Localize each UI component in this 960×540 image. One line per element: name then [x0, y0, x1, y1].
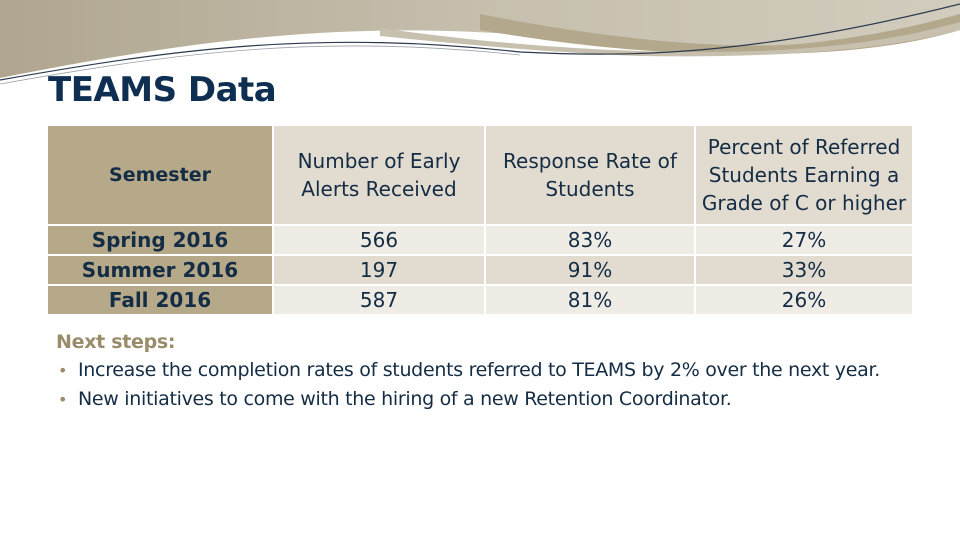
bullet-icon: • [58, 361, 68, 380]
header-percent-c-or-higher: Percent of Referred Students Earning a G… [694, 124, 914, 226]
table-row: Fall 2016 587 81% 26% [46, 284, 914, 316]
semester-cell: Summer 2016 [46, 254, 274, 286]
table-row: Spring 2016 566 83% 27% [46, 224, 914, 256]
teams-data-table: Semester Number of Early Alerts Received… [46, 124, 914, 316]
header-response-rate: Response Rate of Students [484, 124, 696, 226]
slide-title: TEAMS Data [48, 70, 277, 110]
header-early-alerts: Number of Early Alerts Received [272, 124, 486, 226]
response-rate-cell: 83% [484, 224, 696, 256]
response-rate-cell: 91% [484, 254, 696, 286]
early-alerts-cell: 587 [272, 284, 486, 316]
percent-c-cell: 27% [694, 224, 914, 256]
table-row: Summer 2016 197 91% 33% [46, 254, 914, 286]
next-steps-list: • Increase the completion rates of stude… [56, 356, 916, 414]
list-item-text: Increase the completion rates of student… [78, 359, 880, 381]
bullet-icon: • [58, 390, 68, 409]
list-item-text: New initiatives to come with the hiring … [78, 388, 732, 410]
next-steps-section: Next steps: • Increase the completion ra… [56, 328, 916, 414]
list-item: • Increase the completion rates of stude… [56, 356, 916, 385]
list-item: • New initiatives to come with the hirin… [56, 385, 916, 414]
swoosh-band-back [0, 0, 960, 78]
header-semester: Semester [46, 124, 274, 226]
semester-cell: Spring 2016 [46, 224, 274, 256]
semester-cell: Fall 2016 [46, 284, 274, 316]
early-alerts-cell: 197 [272, 254, 486, 286]
early-alerts-cell: 566 [272, 224, 486, 256]
percent-c-cell: 26% [694, 284, 914, 316]
percent-c-cell: 33% [694, 254, 914, 286]
table-header-row: Semester Number of Early Alerts Received… [46, 124, 914, 226]
response-rate-cell: 81% [484, 284, 696, 316]
next-steps-heading: Next steps: [56, 331, 176, 353]
